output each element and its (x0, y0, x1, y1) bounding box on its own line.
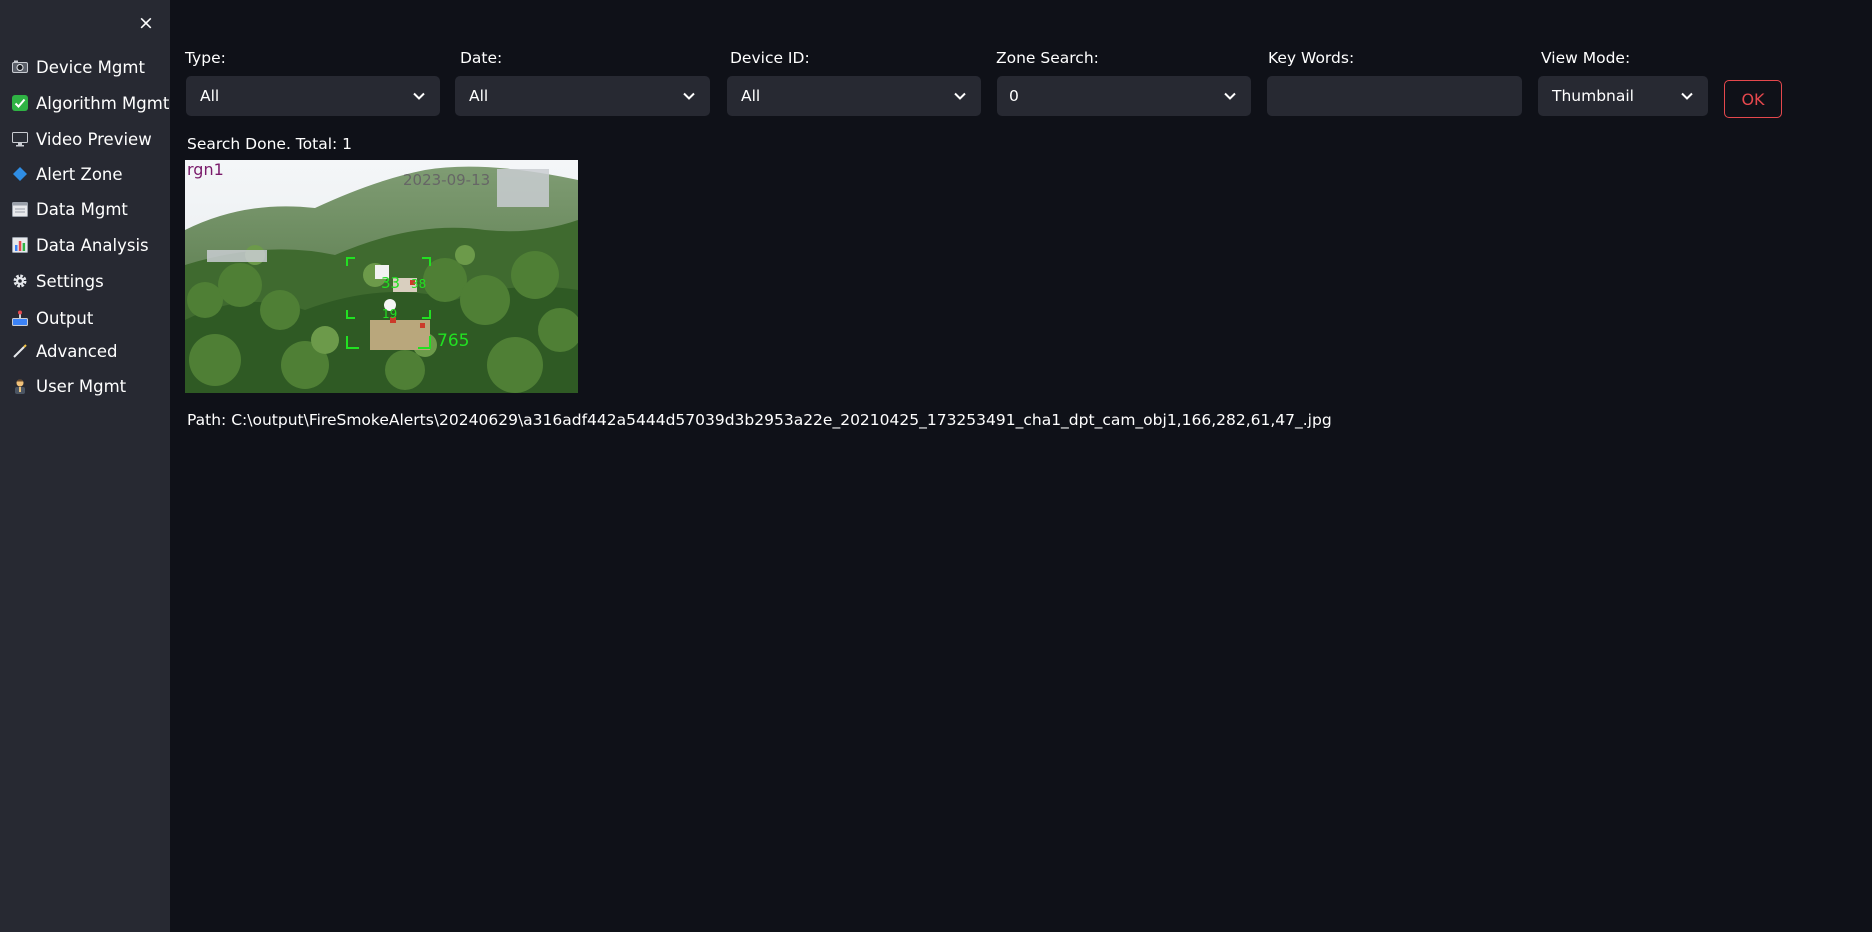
search-status: Search Done. Total: 1 (187, 135, 353, 153)
chevron-down-icon (954, 92, 966, 100)
thumbnail-box-label-1: 33 (381, 274, 400, 292)
sidebar-item-data-analysis[interactable]: Data Analysis (12, 232, 168, 258)
sidebar-item-label: Output (36, 308, 94, 328)
calendar-icon (12, 201, 28, 217)
sidebar-item-output[interactable]: Output (12, 305, 168, 331)
chevron-down-icon (1224, 92, 1236, 100)
type-select[interactable]: All (186, 76, 440, 116)
check-icon (12, 95, 28, 111)
chevron-down-icon (1681, 92, 1693, 100)
chevron-down-icon (413, 92, 425, 100)
type-select-value: All (200, 87, 220, 105)
bar-chart-icon (12, 237, 28, 253)
diamond-icon (12, 166, 28, 182)
thumbnail-box-label-4: 765 (437, 331, 469, 351)
chevron-down-icon (683, 92, 695, 100)
view-mode-select-value: Thumbnail (1552, 87, 1634, 105)
key-words-label: Key Words: (1268, 49, 1355, 67)
sidebar-item-label: Data Analysis (36, 235, 149, 255)
camera-icon (12, 59, 28, 75)
sidebar-item-label: Settings (36, 271, 104, 291)
sidebar-item-alert-zone[interactable]: Alert Zone (12, 161, 168, 187)
sidebar-item-device-mgmt[interactable]: Device Mgmt (12, 54, 168, 80)
sidebar: × Device Mgmt Algorithm Mgmt Video Previ… (0, 0, 170, 932)
close-icon[interactable]: × (136, 12, 156, 34)
wand-icon (12, 343, 28, 359)
zone-search-select-value: 0 (1009, 87, 1019, 105)
result-thumbnail[interactable]: rgn1 2023-09-13 33 38 19 765 (185, 160, 578, 393)
date-select-value: All (469, 87, 489, 105)
output-icon (12, 310, 28, 326)
sidebar-item-label: Device Mgmt (36, 57, 145, 77)
user-icon (12, 378, 28, 394)
sidebar-item-settings[interactable]: Settings (12, 268, 168, 294)
sidebar-item-data-mgmt[interactable]: Data Mgmt (12, 196, 168, 222)
device-id-select[interactable]: All (727, 76, 981, 116)
date-label: Date: (460, 49, 503, 67)
thumbnail-region-label: rgn1 (187, 160, 224, 179)
sidebar-item-label: User Mgmt (36, 376, 127, 396)
view-mode-select[interactable]: Thumbnail (1538, 76, 1708, 116)
sidebar-item-label: Advanced (36, 341, 118, 361)
sidebar-item-advanced[interactable]: Advanced (12, 338, 168, 364)
date-select[interactable]: All (455, 76, 710, 116)
sidebar-item-label: Alert Zone (36, 164, 123, 184)
device-id-label: Device ID: (730, 49, 810, 67)
zone-search-select[interactable]: 0 (997, 76, 1251, 116)
zone-search-label: Zone Search: (996, 49, 1099, 67)
view-mode-label: View Mode: (1541, 49, 1631, 67)
device-id-select-value: All (741, 87, 761, 105)
monitor-icon (12, 131, 28, 147)
key-words-input[interactable] (1267, 76, 1522, 116)
type-label: Type: (185, 49, 226, 67)
gear-icon (12, 273, 28, 289)
sidebar-item-user-mgmt[interactable]: User Mgmt (12, 373, 168, 399)
thumbnail-image: rgn1 2023-09-13 33 38 19 765 (185, 160, 578, 393)
sidebar-item-label: Algorithm Mgmt (36, 93, 170, 113)
sidebar-item-label: Data Mgmt (36, 199, 128, 219)
thumbnail-box-label-2: 38 (411, 277, 426, 291)
sidebar-item-label: Video Preview (36, 129, 152, 149)
sidebar-item-algorithm-mgmt[interactable]: Algorithm Mgmt (12, 90, 170, 116)
ok-button[interactable]: OK (1724, 80, 1782, 118)
sidebar-item-video-preview[interactable]: Video Preview (12, 126, 168, 152)
result-path: Path: C:\output\FireSmokeAlerts\20240629… (187, 411, 1332, 429)
thumbnail-box-label-3: 19 (382, 307, 397, 321)
thumbnail-timestamp: 2023-09-13 (403, 171, 490, 189)
